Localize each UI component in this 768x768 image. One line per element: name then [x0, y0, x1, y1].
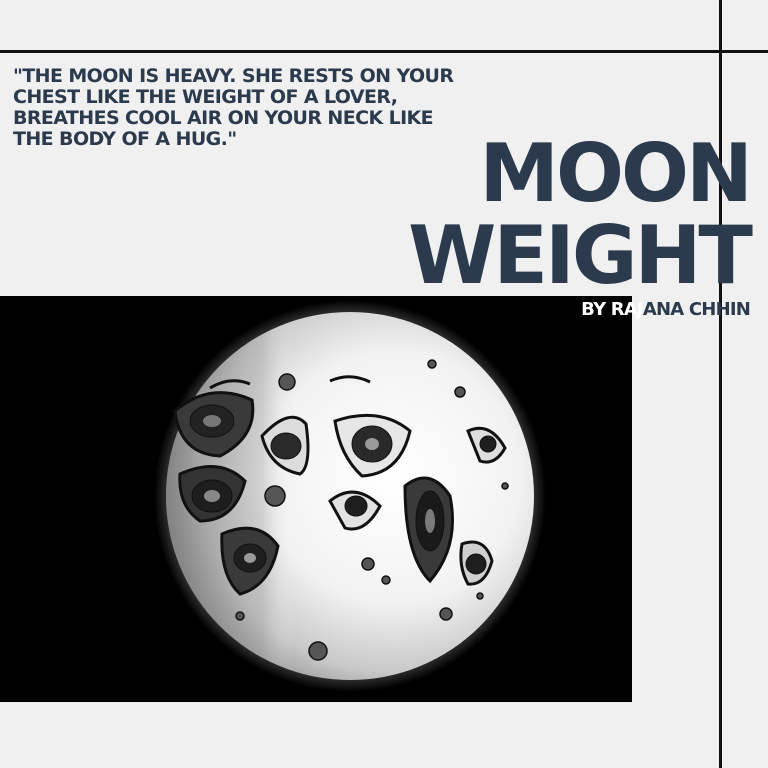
quote-line-3: BREATHES COOL AIR ON YOUR NECK LIKE — [13, 107, 434, 129]
author-byline: BY RAJANA CHHIN — [581, 298, 751, 322]
moon-artwork — [0, 296, 632, 702]
pull-quote: "THE MOON IS HEAVY. SHE RESTS ON YOUR CH… — [13, 66, 493, 150]
horizontal-rule — [0, 50, 768, 53]
vertical-rule — [719, 0, 722, 768]
quote-line-1: "THE MOON IS HEAVY. SHE RESTS ON YOUR — [13, 65, 454, 87]
quote-line-4: THE BODY OF A HUG." — [13, 128, 237, 150]
byline-part-on-light: ANA CHHIN — [642, 299, 751, 320]
title-line-1: MOON — [479, 127, 753, 220]
byline-part-on-dark: BY RAJ — [581, 299, 644, 320]
moon-illustration — [154, 300, 546, 692]
title-line-2: WEIGHT — [408, 209, 753, 302]
quote-line-2: CHEST LIKE THE WEIGHT OF A LOVER, — [13, 86, 398, 108]
